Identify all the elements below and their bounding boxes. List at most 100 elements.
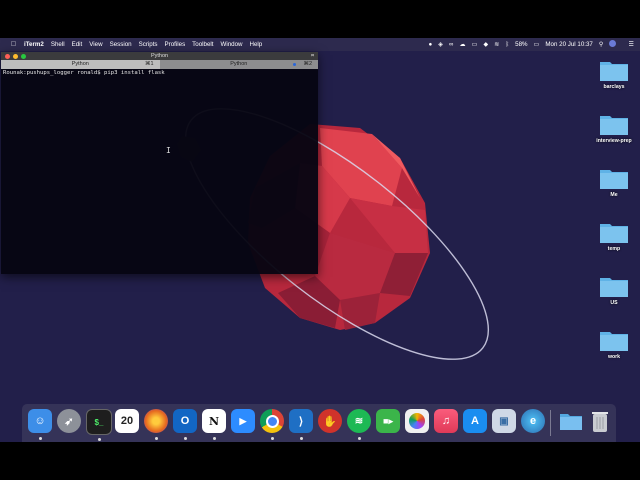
desktop-folder-interview-prep[interactable]: interview-prep bbox=[594, 112, 634, 144]
tab-label: Python bbox=[230, 61, 248, 67]
calendar-icon: 20 bbox=[120, 415, 134, 427]
close-button[interactable] bbox=[5, 53, 10, 59]
control-center-icon[interactable]: ☰ bbox=[628, 41, 634, 48]
dock-launchpad[interactable]: ➶ bbox=[57, 409, 81, 433]
dock-separator bbox=[550, 410, 551, 436]
terminal-tab-bar: Python ⌘1 Python ⌘2 bbox=[1, 60, 318, 69]
battery-icon[interactable]: ▭ bbox=[534, 41, 540, 48]
menu-session[interactable]: Session bbox=[110, 41, 132, 48]
running-indicator bbox=[299, 437, 303, 440]
dock-facetime[interactable]: ■▸ bbox=[376, 409, 400, 433]
finder-icon: ☺ bbox=[34, 415, 46, 427]
dock-photos[interactable] bbox=[405, 409, 429, 433]
cloud-icon[interactable]: ☁ bbox=[459, 41, 465, 48]
desktop-folder-us[interactable]: US bbox=[594, 274, 634, 306]
shell-prompt: Rounak:pushups_logger ronald$ bbox=[3, 70, 105, 76]
outlook-icon: O bbox=[180, 415, 190, 427]
menu-scripts[interactable]: Scripts bbox=[139, 41, 158, 48]
profile-icon[interactable]: ⌗ bbox=[311, 52, 314, 60]
dock-hand-app[interactable]: ✋ bbox=[318, 409, 342, 433]
tab-python-1[interactable]: Python ⌘1 bbox=[1, 60, 160, 69]
clock[interactable]: Mon 20 Jul 10:37 bbox=[545, 41, 592, 48]
dock-preview[interactable]: ▣ bbox=[492, 409, 516, 433]
menu-bar:  iTerm2 Shell Edit View Session Scripts… bbox=[0, 38, 640, 51]
activity-dot-icon bbox=[293, 63, 296, 66]
menu-view[interactable]: View bbox=[89, 41, 102, 48]
preview-icon: ▣ bbox=[499, 415, 509, 427]
menu-app-name[interactable]: iTerm2 bbox=[24, 41, 44, 48]
battery-percent[interactable]: 58% bbox=[515, 41, 527, 48]
desktop-folder-barclays[interactable]: barclays bbox=[594, 58, 634, 90]
facetime-icon: ■▸ bbox=[383, 415, 393, 426]
running-indicator bbox=[154, 437, 158, 440]
folder-icon bbox=[600, 278, 628, 297]
minimize-button[interactable] bbox=[13, 53, 18, 59]
folder-icon bbox=[600, 224, 628, 243]
user-avatar-icon[interactable] bbox=[609, 40, 622, 49]
notion-icon: N bbox=[208, 414, 220, 428]
dock-appstore[interactable]: A bbox=[463, 409, 487, 433]
running-indicator bbox=[38, 437, 42, 440]
dock-spotify[interactable]: ≋ bbox=[347, 409, 371, 440]
terminal-output[interactable]: Rounak:pushups_logger ronald$ pip3 insta… bbox=[1, 69, 318, 77]
appstore-icon: A bbox=[471, 415, 479, 427]
dock-chrome[interactable] bbox=[260, 409, 284, 440]
dropbox-icon[interactable]: ◆ bbox=[483, 41, 488, 48]
menu-profiles[interactable]: Profiles bbox=[165, 41, 186, 48]
search-icon[interactable]: ⚲ bbox=[599, 41, 604, 48]
zoom-icon: ▶ bbox=[239, 415, 247, 426]
dock-firefox[interactable] bbox=[144, 409, 168, 440]
terminal-window[interactable]: Python ⌗ Python ⌘1 Python ⌘2 Rounak:push… bbox=[1, 52, 318, 274]
terminal-titlebar[interactable]: Python ⌗ bbox=[1, 52, 318, 60]
spotify-icon: ≋ bbox=[354, 415, 364, 427]
tab-shortcut: ⌘1 bbox=[144, 61, 154, 67]
record-icon[interactable]: ● bbox=[429, 41, 433, 48]
photos-icon bbox=[405, 409, 429, 433]
dock: ☺ ➶ $_ 20 O N ▶ ⟩ ✋ ≋ ■▸ ♫ A ▣ e bbox=[22, 404, 616, 442]
running-indicator bbox=[97, 438, 101, 441]
tab-shortcut: ⌘2 bbox=[303, 61, 312, 67]
edge-icon: e bbox=[529, 415, 537, 427]
shield-icon[interactable]: ◈ bbox=[438, 41, 443, 48]
running-indicator bbox=[183, 437, 187, 440]
menu-window[interactable]: Window bbox=[221, 41, 243, 48]
apple-logo-icon[interactable]:  bbox=[9, 41, 18, 48]
dock-calendar[interactable]: 20 bbox=[115, 409, 139, 433]
wifi-icon[interactable]: ≋ bbox=[494, 41, 499, 48]
folder-icon bbox=[600, 332, 628, 351]
running-indicator bbox=[212, 437, 216, 440]
dock-music[interactable]: ♫ bbox=[434, 409, 458, 433]
dock-finder[interactable]: ☺ bbox=[28, 409, 52, 440]
dock-trash[interactable] bbox=[588, 409, 612, 433]
desktop-folder-me[interactable]: Me bbox=[594, 166, 634, 198]
tab-label: Python bbox=[71, 61, 89, 67]
trash-icon bbox=[592, 412, 608, 432]
desktop-folder-temp[interactable]: temp bbox=[594, 220, 634, 252]
menu-help[interactable]: Help bbox=[250, 41, 263, 48]
menu-shell[interactable]: Shell bbox=[51, 41, 65, 48]
dock-edge[interactable]: e bbox=[521, 409, 545, 433]
dock-vscode[interactable]: ⟩ bbox=[289, 409, 313, 440]
dock-notion[interactable]: N bbox=[202, 409, 226, 440]
dock-iterm[interactable]: $_ bbox=[86, 409, 112, 441]
folder-icon bbox=[600, 116, 628, 135]
rocket-icon: ➶ bbox=[64, 415, 74, 428]
menu-edit[interactable]: Edit bbox=[72, 41, 83, 48]
bluetooth-icon[interactable]: ᛒ bbox=[505, 41, 509, 48]
dock-downloads[interactable] bbox=[559, 409, 583, 433]
screen-icon[interactable]: ▭ bbox=[472, 41, 478, 48]
dock-outlook[interactable]: O bbox=[173, 409, 197, 440]
music-icon: ♫ bbox=[441, 415, 451, 427]
zoom-button[interactable] bbox=[21, 53, 26, 59]
hand-icon: ✋ bbox=[323, 415, 337, 428]
folder-icon bbox=[600, 62, 628, 81]
typed-command: pip3 install flask bbox=[104, 70, 165, 76]
desktop-screen:  iTerm2 Shell Edit View Session Scripts… bbox=[0, 38, 640, 442]
tab-python-2[interactable]: Python ⌘2 bbox=[159, 60, 318, 69]
dock-zoom[interactable]: ▶ bbox=[231, 409, 255, 433]
downloads-folder-icon bbox=[560, 414, 582, 430]
menu-toolbelt[interactable]: Toolbelt bbox=[192, 41, 213, 48]
running-indicator bbox=[357, 437, 361, 440]
desktop-folder-work[interactable]: work bbox=[594, 328, 634, 360]
glasses-icon[interactable]: ∞ bbox=[449, 41, 453, 48]
